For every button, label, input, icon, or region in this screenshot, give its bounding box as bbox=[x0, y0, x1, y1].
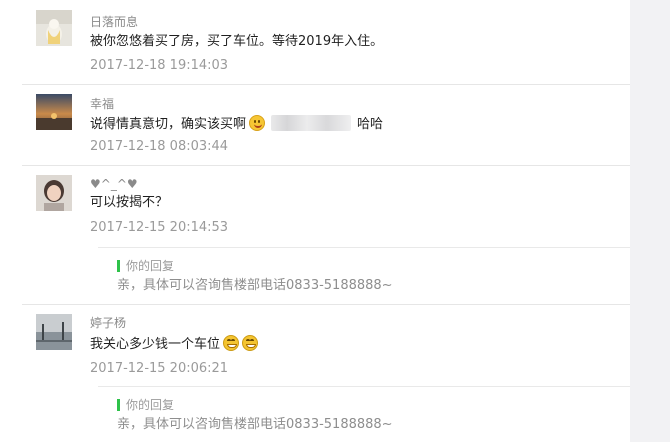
reply-text: 亲，具体可以咨询售楼部电话0833-5188888~ bbox=[117, 417, 393, 432]
reply-divider bbox=[98, 386, 630, 387]
blurred-content bbox=[271, 115, 352, 131]
page-gutter bbox=[630, 0, 670, 442]
comment-author: 日落而息 bbox=[90, 15, 139, 29]
avatar[interactable] bbox=[36, 10, 72, 46]
comment-text: 可以按揭不？ bbox=[90, 195, 169, 210]
comment-item: 日落而息 被你忽悠着买了房，买了车位。等待2019年入住。 2017-12-18… bbox=[0, 0, 630, 80]
comment-text: 说得情真意切，确实该买啊 哈哈 bbox=[90, 115, 383, 133]
comment-author: 婷子杨 bbox=[90, 316, 127, 330]
comment-text: 我关心多少钱一个车位 bbox=[90, 335, 259, 353]
avatar[interactable] bbox=[36, 175, 72, 211]
avatar[interactable] bbox=[36, 94, 72, 130]
comment-text-part: 哈哈 bbox=[357, 117, 384, 132]
grin-emoji bbox=[223, 335, 240, 351]
comment-item: 幸福 说得情真意切，确实该买啊 哈哈 2017-12-18 08:03:44 bbox=[0, 84, 630, 164]
grin-emoji bbox=[242, 335, 259, 351]
comment-text: 被你忽悠着买了房，买了车位。等待2019年入住。 bbox=[90, 34, 384, 49]
comment-author: ♥^_^♥ bbox=[90, 177, 138, 191]
comment-item: ♥^_^♥ 可以按揭不？ 2017-12-15 20:14:53 你的回复 亲，… bbox=[0, 165, 630, 300]
avatar[interactable] bbox=[36, 314, 72, 350]
reply-divider bbox=[98, 247, 630, 248]
comment-text-part: 我关心多少钱一个车位 bbox=[90, 337, 221, 352]
reply-accent-bar bbox=[117, 399, 120, 411]
comment-author: 幸福 bbox=[90, 97, 115, 111]
comment-text-part: 说得情真意切，确实该买啊 bbox=[90, 117, 247, 132]
comment-item: 婷子杨 我关心多少钱一个车位 2017-12-15 20:06:21 你的回复 … bbox=[0, 304, 630, 442]
reply-label: 你的回复 bbox=[126, 259, 175, 273]
reply-label: 你的回复 bbox=[126, 398, 175, 412]
comment-time: 2017-12-15 20:06:21 bbox=[90, 361, 229, 376]
comment-time: 2017-12-15 20:14:53 bbox=[90, 220, 229, 235]
smile-emoji bbox=[249, 115, 266, 131]
reply-accent-bar bbox=[117, 260, 120, 272]
reply-text: 亲，具体可以咨询售楼部电话0833-5188888~ bbox=[117, 278, 393, 293]
comment-time: 2017-12-18 19:14:03 bbox=[90, 58, 229, 73]
comment-time: 2017-12-18 08:03:44 bbox=[90, 139, 229, 154]
